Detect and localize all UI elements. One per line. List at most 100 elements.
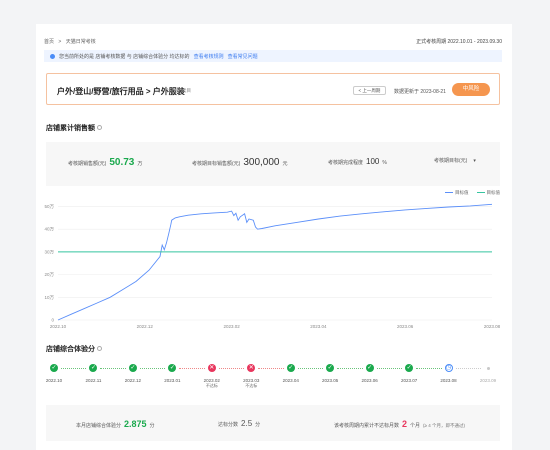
timeline-month-label: 2023.05 (322, 378, 339, 383)
timeline-status-note: 不达标 (205, 383, 218, 388)
timeline-node[interactable]: ✓ 2023.06 (360, 364, 380, 383)
x-tick-label: 2022.12 (137, 324, 154, 329)
x-tick-label: 2023.08 (484, 324, 501, 329)
x-tick-label: 2023.06 (397, 324, 414, 329)
timeline-month-label: 2023.04 (282, 378, 299, 383)
check-circle-icon: ✓ (286, 364, 295, 372)
timeline-month-label: 2022.11 (85, 378, 102, 383)
sales-stats: 考核期销售额(元) 50.73 万 考核期目标销售额(元) 300,000 元 … (46, 142, 500, 186)
stat-target: 考核期目标销售额(元) 300,000 元 (192, 157, 288, 168)
summary-score: 本月店铺综合体验分 2.875 分 (76, 419, 155, 429)
y-tick-label: 30万 (44, 249, 54, 255)
timeline-node[interactable]: ✓ 2023.01 (162, 364, 182, 383)
summary-value: 2.5 (241, 419, 253, 428)
y-tick-label: 20万 (44, 272, 54, 278)
update-time: 数据更新于 2023-08-21 (394, 89, 446, 95)
timeline-node[interactable]: ✓ 2022.12 (123, 364, 143, 383)
legend-item[interactable]: 目标值 (476, 190, 501, 196)
summary-label: 本月店铺综合体验分 (76, 423, 122, 429)
timeline-status-note: 不达标 (245, 383, 258, 388)
timeline-node[interactable]: ✓ 2023.04 (281, 364, 301, 383)
score-section-title: 店铺综合体验分 (46, 344, 102, 354)
stat-label: 考核期目标销售额(元) (192, 161, 241, 167)
check-circle-icon: ✓ (50, 364, 58, 372)
help-icon[interactable] (97, 346, 102, 351)
stat-value: 50.73 (109, 157, 135, 168)
sales-title-text: 店铺累计销售额 (46, 125, 95, 132)
stat-completion: 考核期完成程度 100 % (328, 157, 387, 166)
check-circle-icon: ✓ (365, 364, 374, 372)
summary-fail: 该考核周期内累计不达标月数 2 个月 (≥ 4 个月，即不通过) (334, 419, 465, 429)
y-tick-label: 50万 (44, 204, 54, 210)
stat-unit: % (382, 160, 387, 166)
timeline-node[interactable]: ✓ 2023.05 (320, 364, 340, 383)
help-icon[interactable] (97, 125, 102, 130)
chevron-down-icon[interactable]: ▾ (473, 158, 476, 164)
score-summary: 本月店铺综合体验分 2.875 分 达标分数 2.5 分 该考核周期内累计不达标… (46, 405, 500, 441)
stat-unit: 元 (282, 161, 288, 167)
timeline-node[interactable]: ✓ 2023.07 (399, 364, 419, 383)
summary-label: 该考核周期内累计不达标月数 (334, 423, 400, 429)
check-circle-icon: ✓ (89, 364, 98, 372)
x-tick-label: 2022.10 (50, 324, 67, 329)
timeline-month-label: 2023.08 (440, 378, 457, 383)
faq-link[interactable]: 查看常见问题 (228, 53, 258, 60)
timeline-month-label: 2022.12 (124, 378, 142, 383)
timeline-node[interactable]: ✓ 2022.10 (44, 364, 64, 383)
prev-period-button[interactable]: < 上一周期 (353, 86, 386, 95)
x-tick-label: 2023.02 (223, 324, 240, 329)
breadcrumb-home[interactable]: 首页 (44, 39, 54, 45)
stat-label: 考核期完成程度 (328, 160, 364, 166)
stat-goal: 考核期目标(元) ▾ (434, 157, 476, 164)
x-tick-label: 2023.04 (310, 324, 327, 329)
check-circle-icon: ✓ (168, 364, 177, 372)
dot-icon (486, 366, 490, 370)
info-icon (50, 53, 55, 59)
summary-note: (≥ 4 个月，即不通过) (423, 423, 466, 428)
timeline-node[interactable]: 2023.09 (478, 364, 498, 383)
y-tick-label: 40万 (44, 227, 54, 233)
summary-pass: 达标分数 2.5 分 (218, 419, 260, 428)
stat-value: 300,000 (243, 157, 280, 168)
timeline-month-label: 2023.06 (361, 378, 378, 383)
legend-item[interactable]: 目标值 (445, 190, 469, 196)
timeline-month-label: 2023.01 (164, 378, 181, 383)
breadcrumb-separator: > (58, 39, 62, 45)
shop-category-box: 户外/登山/野营/旅行用品 > 户外服装 考核主营类目 < 上一周期 数据更新于… (46, 73, 500, 105)
timeline-node[interactable]: ✕ 2023.03 不达标 (241, 364, 261, 389)
y-tick-label: 10万 (44, 295, 54, 301)
summary-value: 2 (402, 419, 408, 429)
legend-label: 目标值 (455, 190, 469, 195)
sales-chart: 0 10万 20万 30万 40万 50万 2022.10 2022.12 2023.02 202… (36, 186, 512, 336)
timeline-node[interactable]: ◷ 2023.08 (439, 364, 459, 383)
timeline-month-label: 2023.07 (400, 378, 418, 383)
notice-text: 您当前所处的是 店铺考核数据 与 店铺综合体验分 均达标的 (59, 53, 190, 60)
stat-label: 考核期销售额(元) (68, 161, 107, 167)
summary-value: 2.875 (124, 419, 147, 429)
risk-badge[interactable]: 中风险 (452, 83, 490, 96)
x-circle-icon: ✕ (207, 364, 216, 372)
category-note: 考核主营类目 (164, 88, 191, 93)
stat-unit: 万 (137, 161, 143, 167)
stat-label: 考核期目标(元) (434, 158, 468, 164)
legend-label: 目标值 (486, 190, 501, 195)
stat-value: 100 (366, 157, 380, 166)
chart-legend: 目标值 目标值 (445, 190, 500, 196)
stat-sales: 考核期销售额(元) 50.73 万 (68, 157, 142, 168)
assessment-period: 正式考核周期 2022.10.01 - 2023.09.30 (416, 39, 502, 45)
top-bar: 首页 > 天猫日常考核 正式考核周期 2022.10.01 - 2023.09.… (44, 38, 502, 48)
breadcrumb: 首页 > 天猫日常考核 (44, 38, 99, 45)
score-timeline: ✓ 2022.10 ✓ 2022.11 ✓ 2022.12 ✓ 2023.01 ✕ 2023.02… (44, 364, 498, 400)
notice-bar: 您当前所处的是 店铺考核数据 与 店铺综合体验分 均达标的 查看考核规则 查看常… (44, 50, 502, 62)
summary-unit: 分 (149, 423, 155, 429)
timeline-month-label: 2023.09 (479, 378, 497, 383)
check-circle-icon: ✓ (128, 364, 137, 372)
rules-link[interactable]: 查看考核规则 (194, 53, 224, 60)
timeline-node[interactable]: ✕ 2023.02 不达标 (202, 364, 222, 389)
score-title-text: 店铺综合体验分 (46, 346, 95, 353)
timeline-node[interactable]: ✓ 2022.11 (83, 364, 103, 383)
x-circle-icon: ✕ (247, 364, 256, 372)
summary-unit: 分 (255, 422, 261, 428)
legend-swatch (445, 192, 453, 194)
check-circle-icon: ✓ (405, 364, 414, 372)
